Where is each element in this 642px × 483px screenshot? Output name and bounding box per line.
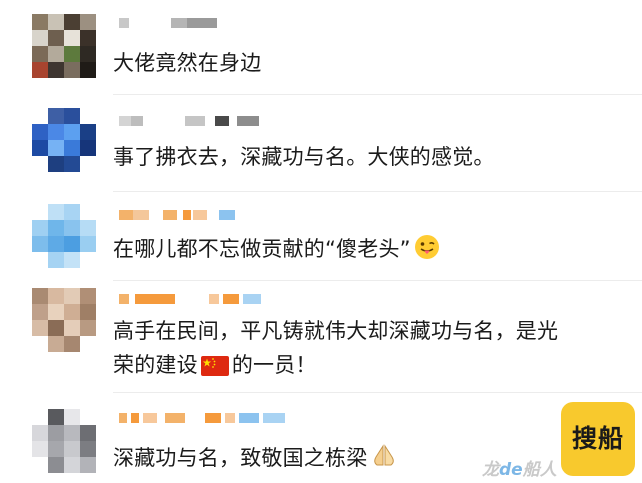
avatar-mosaic-icon — [32, 14, 96, 78]
china-flag-icon — [200, 354, 229, 384]
username-redacted[interactable] — [113, 116, 263, 130]
watermark-text: 龙 — [482, 460, 499, 480]
watermark-text: 船人 — [522, 460, 557, 480]
comment-text-content: 的一员！ — [231, 353, 317, 377]
avatar[interactable] — [32, 108, 96, 172]
comment-text: 大佬竟然在身边 — [113, 51, 262, 75]
avatar[interactable] — [32, 409, 96, 473]
username-redacted[interactable] — [113, 18, 233, 32]
avatar-mosaic-icon — [32, 409, 96, 473]
divider — [113, 392, 642, 393]
comment-text-content: 荣的建设 — [113, 353, 198, 377]
avatar[interactable] — [32, 288, 96, 352]
comment-text-content: 深藏功与名，致敬国之栋梁 — [113, 446, 368, 470]
comment-text: 深藏功与名，致敬国之栋梁 — [113, 443, 401, 477]
username-redacted[interactable] — [113, 413, 303, 427]
divider — [113, 280, 642, 281]
username-redacted[interactable] — [113, 210, 243, 224]
watermark-text: de — [499, 460, 523, 480]
avatar-mosaic-icon — [32, 204, 96, 268]
comment-text-line: 高手在民间，平凡铸就伟大却深藏功与名，是光 — [113, 319, 559, 343]
username-redacted[interactable] — [113, 294, 283, 308]
divider — [113, 191, 642, 192]
tongue-out-face-icon — [414, 234, 440, 268]
avatar[interactable] — [32, 14, 96, 78]
comment-text: 事了拂衣去，深藏功与名。大侠的感觉。 — [113, 145, 495, 169]
avatar-mosaic-icon — [32, 108, 96, 172]
watermark-logo: 龙de船人 — [482, 455, 557, 480]
avatar-mosaic-icon — [32, 288, 96, 352]
praying-hands-icon — [370, 443, 398, 477]
comment-text: 在哪儿都不忘做贡献的“傻老头” — [113, 234, 443, 268]
comment-text-line: 荣的建设 的一员！ — [113, 350, 317, 384]
divider — [113, 94, 642, 95]
avatar[interactable] — [32, 204, 96, 268]
comment-text-content: 在哪儿都不忘做贡献的“傻老头” — [113, 237, 411, 261]
search-ship-button[interactable]: 搜船 — [561, 402, 635, 476]
